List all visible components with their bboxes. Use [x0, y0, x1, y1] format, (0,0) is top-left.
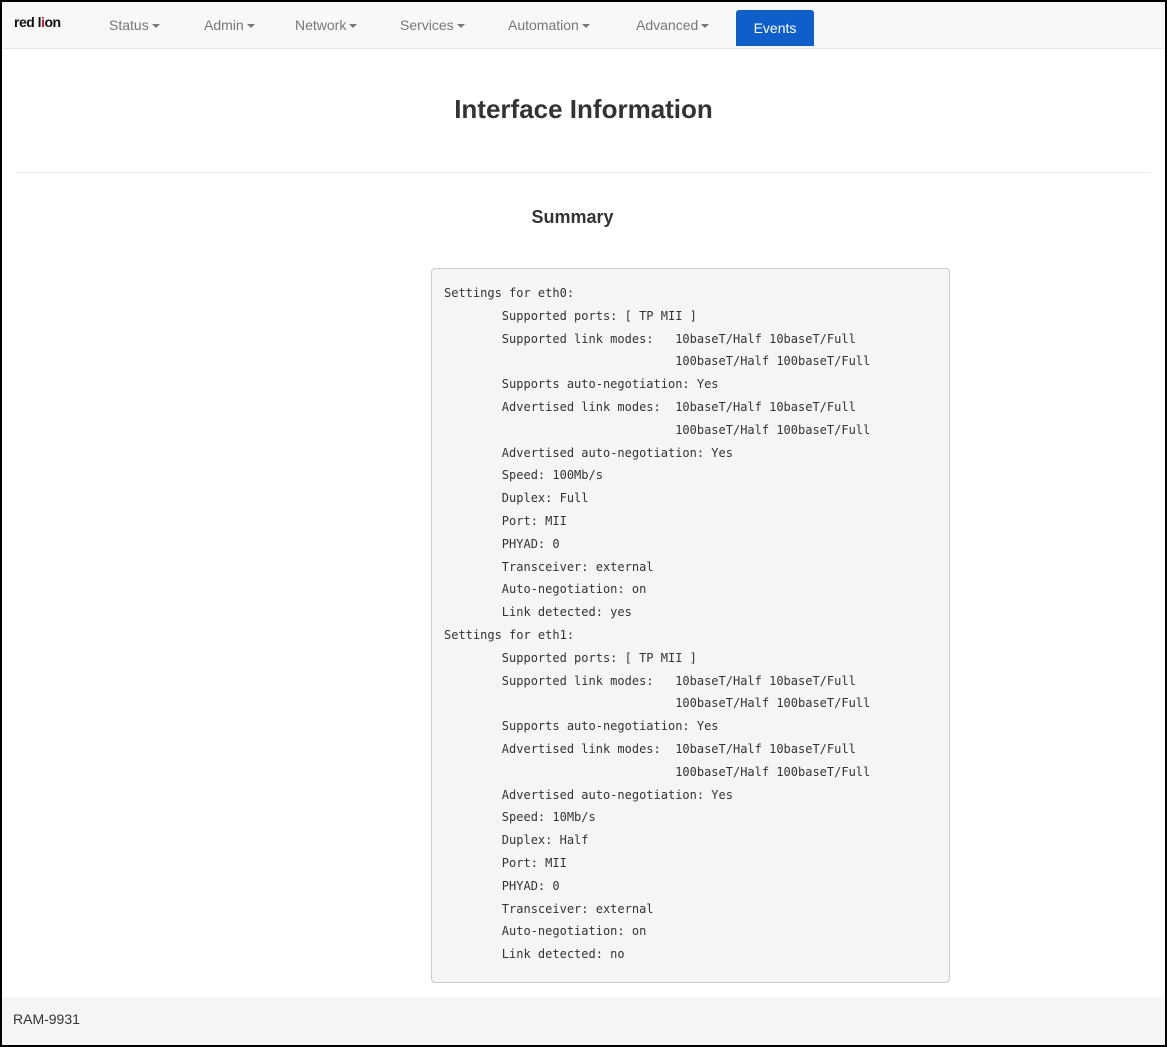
section-title: Summary	[2, 207, 1165, 228]
device-model: RAM-9931	[13, 1011, 80, 1027]
caret-down-icon	[151, 24, 160, 29]
interface-output-box: Settings for eth0: Supported ports: [ TP…	[431, 268, 950, 983]
footer: RAM-9931	[2, 997, 1165, 1045]
page-frame: red lion Status Admin Network Services A…	[0, 0, 1167, 1047]
caret-down-icon	[456, 24, 465, 29]
caret-down-icon	[349, 24, 358, 29]
nav-admin[interactable]: Admin	[204, 2, 255, 48]
nav-services-label: Services	[400, 17, 454, 33]
nav-network[interactable]: Network	[295, 2, 358, 48]
nav-events[interactable]: Events	[736, 10, 814, 46]
caret-down-icon	[246, 24, 255, 29]
divider	[17, 172, 1150, 173]
nav-automation[interactable]: Automation	[508, 2, 590, 48]
top-navbar: red lion Status Admin Network Services A…	[2, 2, 1165, 49]
section-title-label: Summary	[531, 207, 614, 227]
nav-services[interactable]: Services	[400, 2, 465, 48]
interface-output-text: Settings for eth0: Supported ports: [ TP…	[444, 286, 871, 962]
brand-logo[interactable]: red lion	[14, 14, 61, 38]
nav-advanced[interactable]: Advanced	[636, 2, 710, 48]
nav-status-label: Status	[109, 17, 149, 33]
nav-advanced-label: Advanced	[636, 17, 699, 33]
nav-admin-label: Admin	[204, 17, 244, 33]
nav-status[interactable]: Status	[109, 2, 160, 48]
caret-down-icon	[701, 24, 710, 29]
nav-network-label: Network	[295, 17, 347, 33]
caret-down-icon	[581, 24, 590, 29]
nav-automation-label: Automation	[508, 17, 579, 33]
page-title: Interface Information	[454, 94, 713, 124]
